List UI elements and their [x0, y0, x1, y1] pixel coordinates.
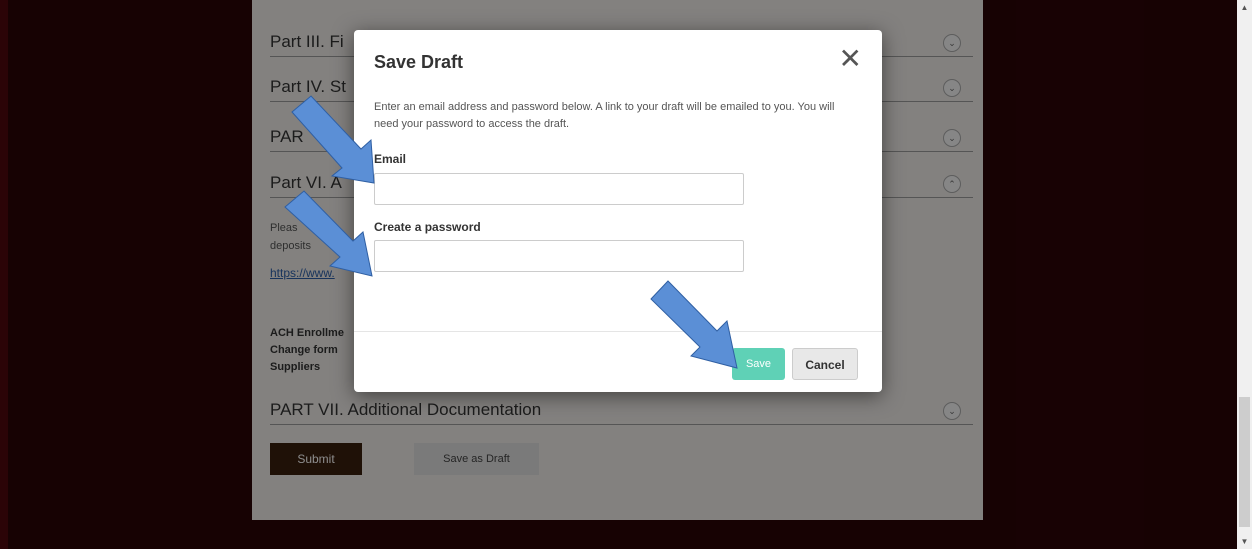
scroll-up-icon[interactable]: ▲ [1237, 0, 1252, 15]
arrow-to-password-icon [284, 190, 373, 277]
arrow-to-save-icon [650, 280, 738, 369]
arrow-to-email-icon [291, 95, 375, 184]
vertical-scrollbar[interactable]: ▲ ▼ [1237, 0, 1252, 549]
scroll-thumb[interactable] [1239, 397, 1250, 527]
scroll-down-icon[interactable]: ▼ [1237, 534, 1252, 549]
annotation-arrows [284, 95, 738, 369]
